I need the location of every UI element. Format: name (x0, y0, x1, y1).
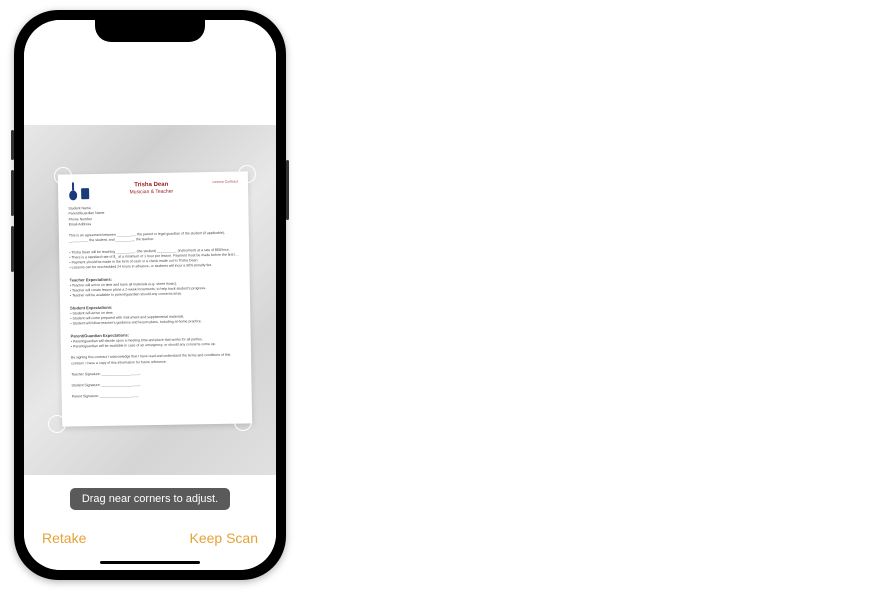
crop-handle-bottom-right[interactable] (234, 413, 252, 431)
hint-tooltip: Drag near corners to adjust. (70, 488, 230, 510)
section-heading: Student Expectations: (70, 304, 112, 310)
guitar-icon (68, 182, 78, 200)
closing-text: By signing this contract I acknowledge t… (71, 353, 230, 365)
document-type-label: Lesson Contract (212, 180, 238, 185)
signature-line: Parent Signature: ____________________ (72, 392, 242, 400)
section-heading: Parent/Guardian Expectations: (71, 332, 130, 338)
phone-screen: Trisha Dean Musician & Teacher Lesson Co… (24, 20, 276, 570)
signature-line: Student Signature: ____________________ (71, 381, 241, 389)
document-logo (68, 182, 90, 200)
mute-switch (11, 130, 14, 160)
drum-icon (80, 186, 90, 200)
crop-handle-top-right[interactable] (238, 165, 256, 183)
side-button (286, 160, 289, 220)
crop-handle-bottom-left[interactable] (48, 415, 66, 433)
scanned-document: Trisha Dean Musician & Teacher Lesson Co… (58, 171, 252, 426)
volume-up (11, 170, 14, 216)
retake-button[interactable]: Retake (42, 530, 86, 546)
crop-handle-top-left[interactable] (54, 167, 72, 185)
scan-preview-area[interactable]: Trisha Dean Musician & Teacher Lesson Co… (24, 125, 276, 475)
home-indicator[interactable] (100, 561, 200, 564)
bottom-toolbar: Drag near corners to adjust. Retake Keep… (24, 478, 276, 570)
keep-scan-button[interactable]: Keep Scan (190, 530, 259, 546)
notch (95, 20, 205, 42)
document-intro: This is an agreement between __________ … (69, 231, 225, 243)
document-subtitle: Musician & Teacher (90, 188, 213, 197)
signature-line: Teacher Signature: ____________________ (71, 369, 241, 377)
volume-down (11, 226, 14, 272)
phone-frame: Trisha Dean Musician & Teacher Lesson Co… (14, 10, 286, 580)
section-heading: Teacher Expectations: (70, 276, 112, 282)
